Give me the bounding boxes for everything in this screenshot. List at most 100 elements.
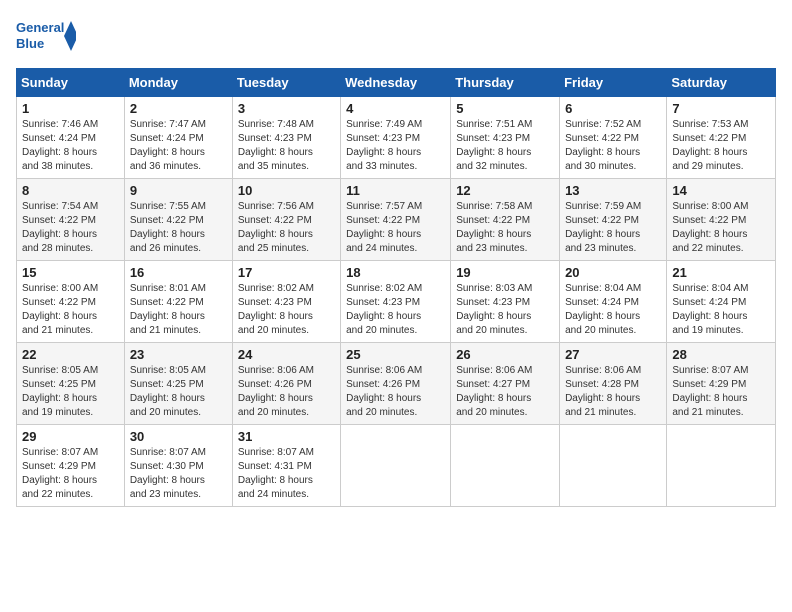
day-number: 28	[672, 347, 770, 362]
day-info: Sunrise: 8:03 AM Sunset: 4:23 PM Dayligh…	[456, 282, 554, 338]
calendar-cell: 8 Sunrise: 7:54 AM Sunset: 4:22 PM Daylig…	[17, 179, 125, 261]
calendar-cell: 18Sunrise: 8:02 AM Sunset: 4:23 PM Dayli…	[341, 261, 451, 343]
day-number: 21	[672, 265, 770, 280]
day-info: Sunrise: 8:01 AM Sunset: 4:22 PM Dayligh…	[130, 282, 227, 338]
day-number: 2	[130, 101, 227, 116]
day-number: 4	[346, 101, 445, 116]
day-info: Sunrise: 7:53 AM Sunset: 4:22 PM Dayligh…	[672, 118, 770, 174]
calendar-week-row: 22 Sunrise: 8:05 AM Sunset: 4:25 PM Dayli…	[17, 343, 776, 425]
calendar-cell: 1 Sunrise: 7:46 AM Sunset: 4:24 PM Daylig…	[17, 97, 125, 179]
day-number: 3	[238, 101, 335, 116]
col-header-tuesday: Tuesday	[232, 69, 340, 97]
day-info: Sunrise: 8:05 AM Sunset: 4:25 PM Dayligh…	[22, 364, 119, 420]
day-info: Sunrise: 7:46 AM Sunset: 4:24 PM Dayligh…	[22, 118, 119, 174]
day-number: 10	[238, 183, 335, 198]
calendar-cell: 24Sunrise: 8:06 AM Sunset: 4:26 PM Dayli…	[232, 343, 340, 425]
day-info: Sunrise: 8:00 AM Sunset: 4:22 PM Dayligh…	[22, 282, 119, 338]
calendar-cell: 16 Sunrise: 8:01 AM Sunset: 4:22 PM Dayli…	[124, 261, 232, 343]
calendar-cell: 14 Sunrise: 8:00 AM Sunset: 4:22 PM Dayli…	[667, 179, 776, 261]
day-number: 25	[346, 347, 445, 362]
calendar-cell: 15Sunrise: 8:00 AM Sunset: 4:22 PM Dayli…	[17, 261, 125, 343]
calendar-cell: 3 Sunrise: 7:48 AM Sunset: 4:23 PM Daylig…	[232, 97, 340, 179]
calendar-cell: 12 Sunrise: 7:58 AM Sunset: 4:22 PM Dayli…	[451, 179, 560, 261]
calendar-cell	[341, 425, 451, 507]
calendar-cell: 26Sunrise: 8:06 AM Sunset: 4:27 PM Dayli…	[451, 343, 560, 425]
calendar-cell: 25 Sunrise: 8:06 AM Sunset: 4:26 PM Dayli…	[341, 343, 451, 425]
calendar-cell: 30 Sunrise: 8:07 AM Sunset: 4:30 PM Dayli…	[124, 425, 232, 507]
calendar-cell: 28 Sunrise: 8:07 AM Sunset: 4:29 PM Dayli…	[667, 343, 776, 425]
day-info: Sunrise: 8:07 AM Sunset: 4:29 PM Dayligh…	[22, 446, 119, 502]
day-number: 23	[130, 347, 227, 362]
col-header-sunday: Sunday	[17, 69, 125, 97]
day-info: Sunrise: 8:07 AM Sunset: 4:30 PM Dayligh…	[130, 446, 227, 502]
calendar-table: SundayMondayTuesdayWednesdayThursdayFrid…	[16, 68, 776, 507]
svg-text:General: General	[16, 20, 64, 35]
day-number: 11	[346, 183, 445, 198]
day-info: Sunrise: 8:06 AM Sunset: 4:26 PM Dayligh…	[346, 364, 445, 420]
day-info: Sunrise: 8:07 AM Sunset: 4:31 PM Dayligh…	[238, 446, 335, 502]
day-info: Sunrise: 7:52 AM Sunset: 4:22 PM Dayligh…	[565, 118, 661, 174]
logo: General Blue	[16, 16, 76, 56]
calendar-cell: 6 Sunrise: 7:52 AM Sunset: 4:22 PM Daylig…	[560, 97, 667, 179]
day-number: 14	[672, 183, 770, 198]
day-number: 8	[22, 183, 119, 198]
day-info: Sunrise: 7:49 AM Sunset: 4:23 PM Dayligh…	[346, 118, 445, 174]
calendar-week-row: 29 Sunrise: 8:07 AM Sunset: 4:29 PM Dayli…	[17, 425, 776, 507]
day-info: Sunrise: 7:58 AM Sunset: 4:22 PM Dayligh…	[456, 200, 554, 256]
day-number: 17	[238, 265, 335, 280]
calendar-cell: 31 Sunrise: 8:07 AM Sunset: 4:31 PM Dayli…	[232, 425, 340, 507]
day-info: Sunrise: 8:07 AM Sunset: 4:29 PM Dayligh…	[672, 364, 770, 420]
day-info: Sunrise: 8:05 AM Sunset: 4:25 PM Dayligh…	[130, 364, 227, 420]
calendar-cell: 7 Sunrise: 7:53 AM Sunset: 4:22 PM Daylig…	[667, 97, 776, 179]
calendar-cell: 5Sunrise: 7:51 AM Sunset: 4:23 PM Daylig…	[451, 97, 560, 179]
calendar-cell: 21 Sunrise: 8:04 AM Sunset: 4:24 PM Dayli…	[667, 261, 776, 343]
day-info: Sunrise: 8:02 AM Sunset: 4:23 PM Dayligh…	[346, 282, 445, 338]
day-number: 7	[672, 101, 770, 116]
day-number: 9	[130, 183, 227, 198]
day-number: 12	[456, 183, 554, 198]
col-header-thursday: Thursday	[451, 69, 560, 97]
day-info: Sunrise: 8:02 AM Sunset: 4:23 PM Dayligh…	[238, 282, 335, 338]
day-number: 31	[238, 429, 335, 444]
day-number: 6	[565, 101, 661, 116]
day-info: Sunrise: 7:55 AM Sunset: 4:22 PM Dayligh…	[130, 200, 227, 256]
day-info: Sunrise: 8:04 AM Sunset: 4:24 PM Dayligh…	[565, 282, 661, 338]
day-number: 29	[22, 429, 119, 444]
calendar-cell: 4 Sunrise: 7:49 AM Sunset: 4:23 PM Daylig…	[341, 97, 451, 179]
day-number: 24	[238, 347, 335, 362]
day-number: 26	[456, 347, 554, 362]
calendar-cell: 20Sunrise: 8:04 AM Sunset: 4:24 PM Dayli…	[560, 261, 667, 343]
calendar-cell: 23 Sunrise: 8:05 AM Sunset: 4:25 PM Dayli…	[124, 343, 232, 425]
page-header: General Blue	[16, 16, 776, 56]
calendar-cell	[451, 425, 560, 507]
logo-svg: General Blue	[16, 16, 76, 56]
calendar-cell: 22 Sunrise: 8:05 AM Sunset: 4:25 PM Dayli…	[17, 343, 125, 425]
day-number: 1	[22, 101, 119, 116]
calendar-cell: 9 Sunrise: 7:55 AM Sunset: 4:22 PM Daylig…	[124, 179, 232, 261]
calendar-body: 1 Sunrise: 7:46 AM Sunset: 4:24 PM Daylig…	[17, 97, 776, 507]
calendar-cell: 2Sunrise: 7:47 AM Sunset: 4:24 PM Daylig…	[124, 97, 232, 179]
day-number: 30	[130, 429, 227, 444]
day-info: Sunrise: 8:00 AM Sunset: 4:22 PM Dayligh…	[672, 200, 770, 256]
calendar-cell: 29 Sunrise: 8:07 AM Sunset: 4:29 PM Dayli…	[17, 425, 125, 507]
calendar-cell	[560, 425, 667, 507]
calendar-cell: 10Sunrise: 7:56 AM Sunset: 4:22 PM Dayli…	[232, 179, 340, 261]
day-number: 22	[22, 347, 119, 362]
col-header-monday: Monday	[124, 69, 232, 97]
calendar-week-row: 8 Sunrise: 7:54 AM Sunset: 4:22 PM Daylig…	[17, 179, 776, 261]
day-number: 5	[456, 101, 554, 116]
day-info: Sunrise: 7:54 AM Sunset: 4:22 PM Dayligh…	[22, 200, 119, 256]
day-info: Sunrise: 8:04 AM Sunset: 4:24 PM Dayligh…	[672, 282, 770, 338]
calendar-cell: 17 Sunrise: 8:02 AM Sunset: 4:23 PM Dayli…	[232, 261, 340, 343]
calendar-cell: 27Sunrise: 8:06 AM Sunset: 4:28 PM Dayli…	[560, 343, 667, 425]
calendar-week-row: 1 Sunrise: 7:46 AM Sunset: 4:24 PM Daylig…	[17, 97, 776, 179]
calendar-header-row: SundayMondayTuesdayWednesdayThursdayFrid…	[17, 69, 776, 97]
svg-text:Blue: Blue	[16, 36, 44, 51]
day-number: 13	[565, 183, 661, 198]
day-number: 19	[456, 265, 554, 280]
day-info: Sunrise: 7:48 AM Sunset: 4:23 PM Dayligh…	[238, 118, 335, 174]
col-header-friday: Friday	[560, 69, 667, 97]
day-info: Sunrise: 8:06 AM Sunset: 4:28 PM Dayligh…	[565, 364, 661, 420]
calendar-cell: 13Sunrise: 7:59 AM Sunset: 4:22 PM Dayli…	[560, 179, 667, 261]
day-number: 16	[130, 265, 227, 280]
